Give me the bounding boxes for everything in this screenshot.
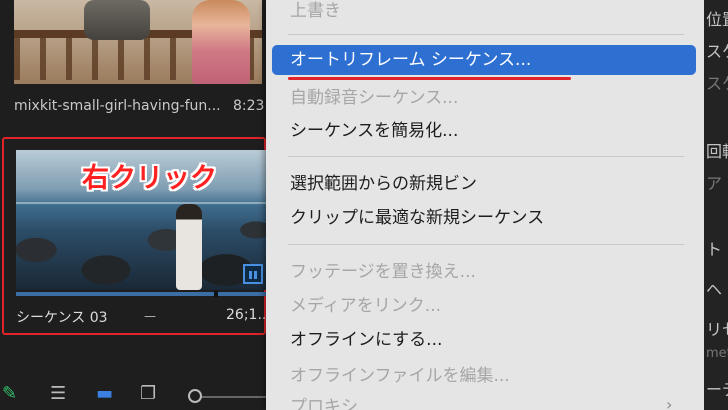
- menu-item-replace-footage[interactable]: フッテージを置き換え...: [272, 257, 696, 287]
- panel-label: スケ: [706, 42, 728, 61]
- sequence-duration: 26;1...: [226, 307, 271, 323]
- sequence-thumbnail[interactable]: 右クリック: [16, 150, 266, 290]
- zoom-slider-knob[interactable]: [188, 389, 202, 403]
- menu-item-proxy[interactable]: プロキシ: [272, 392, 696, 410]
- scrub-bar[interactable]: [16, 291, 266, 297]
- clip-name: mixkit-small-girl-having-fun...: [14, 98, 221, 114]
- sequence-item-selected[interactable]: 右クリック シーケンス 03 — 26;1...: [2, 137, 271, 335]
- highlight-underline-annotation: [288, 77, 571, 80]
- menu-item-edit-offline[interactable]: オフラインファイルを編集...: [272, 361, 696, 391]
- girl-figure: [192, 0, 250, 84]
- pencil-icon[interactable]: ✎: [2, 384, 17, 404]
- menu-item-overwrite[interactable]: 上書き: [272, 0, 696, 26]
- menu-item-link-media[interactable]: メディアをリンク...: [272, 291, 696, 321]
- sequence-badge-icon: [243, 264, 263, 284]
- submenu-chevron-icon: ›: [666, 395, 673, 410]
- panel-label: ト: [706, 240, 723, 259]
- panel-label: スケ: [706, 74, 728, 93]
- project-toolbar: ✎ ☰ ▬ ❐: [0, 378, 268, 410]
- menu-item-auto-reframe[interactable]: オートリフレーム シーケンス...: [272, 45, 696, 75]
- clip-thumbnail[interactable]: [14, 0, 262, 84]
- menu-item-auto-record[interactable]: 自動録音シーケンス...: [272, 83, 696, 113]
- icon-view-icon[interactable]: ▬: [96, 384, 113, 404]
- panel-label: ーデ: [706, 380, 728, 399]
- panel-label: 回転: [706, 142, 728, 161]
- project-panel: mixkit-small-girl-having-fun... 8:23 右クリ…: [0, 0, 271, 410]
- woman-figure: [176, 204, 202, 290]
- freeform-view-icon[interactable]: ❐: [140, 384, 156, 404]
- menu-item-new-sequence-from-clip[interactable]: クリップに最適な新規シーケンス: [272, 203, 696, 233]
- panel-label: ヘ: [706, 280, 723, 299]
- dash-divider: —: [144, 309, 156, 323]
- panel-label: 位置: [706, 10, 728, 29]
- panel-label: met: [706, 346, 728, 361]
- right-click-annotation: 右クリック: [82, 163, 217, 194]
- menu-item-new-bin-from-selection[interactable]: 選択範囲からの新規ビン: [272, 169, 696, 199]
- menu-item-make-offline[interactable]: オフラインにする...: [272, 325, 696, 355]
- list-view-icon[interactable]: ☰: [50, 384, 66, 404]
- effect-controls-panel: 位置 スケ スケ 回転 ア ト ヘ リセ met ーデ: [704, 0, 728, 410]
- clip-duration: 8:23: [233, 98, 265, 114]
- sequence-name: シーケンス 03: [16, 310, 108, 326]
- menu-separator: [288, 156, 684, 157]
- scrub-knob[interactable]: [214, 291, 218, 297]
- menu-separator: [288, 34, 684, 35]
- menu-item-simplify-sequence[interactable]: シーケンスを簡易化...: [272, 116, 696, 146]
- panel-label: リセ: [706, 320, 728, 339]
- menu-separator: [288, 244, 684, 245]
- rocks: [16, 210, 266, 290]
- panel-label: ア: [706, 174, 723, 193]
- horizon-line: [16, 202, 266, 204]
- binocular-viewer: [84, 0, 150, 40]
